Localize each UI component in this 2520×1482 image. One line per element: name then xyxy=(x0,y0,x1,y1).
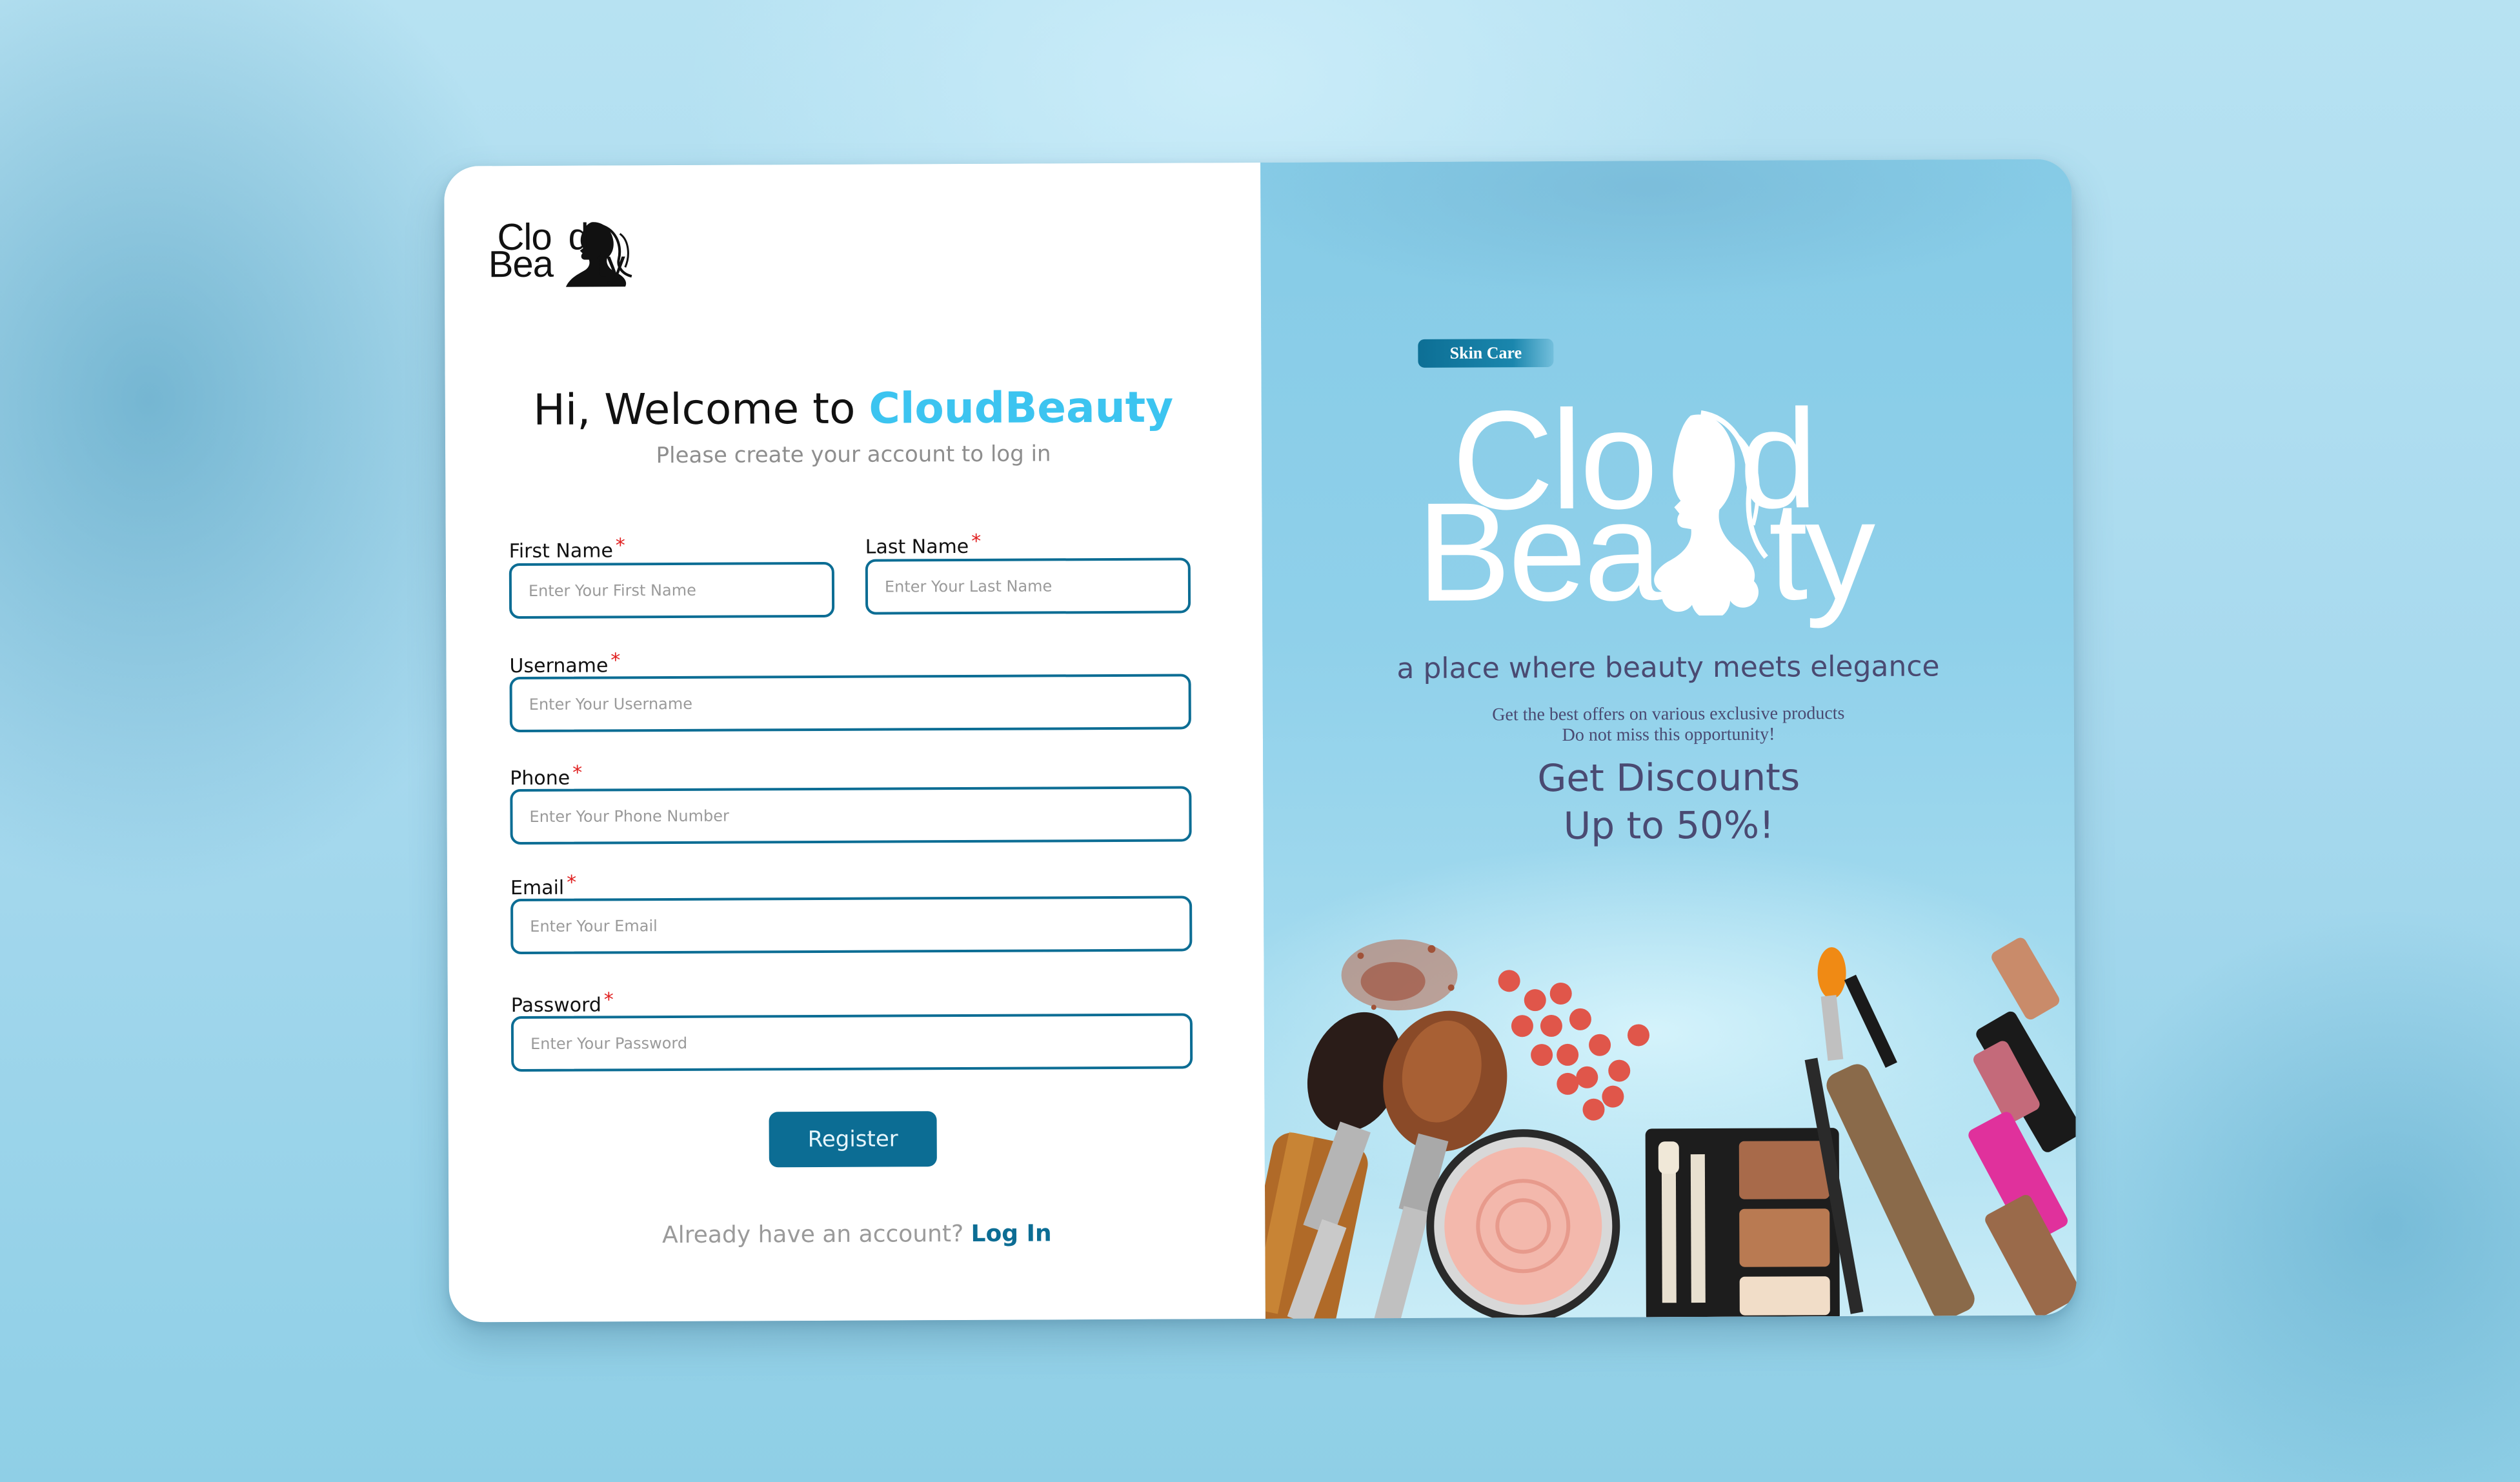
required-mark: * xyxy=(572,761,583,785)
first-name-label-text: First Name xyxy=(509,539,613,563)
first-name-label: First Name * xyxy=(509,534,625,563)
logo-large-word-2-end: ty xyxy=(1768,472,1873,630)
username-label: Username * xyxy=(509,649,620,677)
welcome-heading: Hi, Welcome to CloudBeauty xyxy=(445,382,1262,436)
password-input[interactable] xyxy=(510,1013,1193,1072)
logo-word-2: Bea xyxy=(488,243,554,286)
email-label-text: Email xyxy=(510,876,565,900)
phone-input[interactable] xyxy=(510,786,1192,845)
eyeshadow-palette-icon xyxy=(1645,1128,1840,1319)
registration-panel: Clo Bea d ty Hi, Welcome to CloudBeauty … xyxy=(444,162,1265,1323)
brand-logo-small: Clo Bea d ty xyxy=(488,214,650,292)
login-prompt-text: Already have an account? xyxy=(661,1220,971,1249)
offer-line-2: Do not miss this opportunity! xyxy=(1562,724,1775,745)
lipstick-icon xyxy=(1968,937,2077,1317)
last-name-label-text: Last Name xyxy=(865,535,969,559)
required-mark: * xyxy=(971,530,982,553)
required-mark: * xyxy=(610,649,621,672)
required-mark: * xyxy=(615,534,625,557)
email-label: Email * xyxy=(510,872,576,899)
login-link[interactable]: Log In xyxy=(971,1220,1051,1247)
welcome-subtitle: Please create your account to log in xyxy=(656,441,1051,469)
skin-care-tag: Skin Care xyxy=(1418,339,1554,368)
discount-line-2: Up to 50%! xyxy=(1563,803,1775,848)
password-label: Password * xyxy=(511,988,614,1017)
promo-panel: Skin Care Clo Bea d ty a place where bea… xyxy=(1260,159,2077,1319)
brand-logo-large: Clo Bea d ty xyxy=(1416,381,1947,631)
discount-line-1: Get Discounts xyxy=(1537,755,1800,801)
username-label-text: Username xyxy=(509,654,609,678)
logo-large-word-2: Bea xyxy=(1416,473,1660,631)
logo-word-1-end: d xyxy=(568,215,589,258)
last-name-input[interactable] xyxy=(865,557,1191,615)
signup-card: Clo Bea d ty Hi, Welcome to CloudBeauty … xyxy=(444,159,2077,1323)
email-input[interactable] xyxy=(510,896,1193,955)
login-prompt: Already have an account? Log In xyxy=(449,1219,1265,1250)
promo-tagline: a place where beauty meets elegance xyxy=(1396,650,1940,686)
blush-pearls-icon xyxy=(1498,970,1649,1121)
required-mark: * xyxy=(603,988,614,1012)
compact-blush-icon xyxy=(1426,1129,1620,1319)
register-button[interactable]: Register xyxy=(769,1111,937,1168)
loose-powder-icon xyxy=(1341,939,1458,1011)
phone-label: Phone * xyxy=(510,762,582,790)
welcome-brand: CloudBeauty xyxy=(869,382,1174,434)
username-input[interactable] xyxy=(509,674,1191,733)
phone-label-text: Phone xyxy=(510,766,570,790)
password-label-text: Password xyxy=(510,994,601,1017)
last-name-label: Last Name * xyxy=(865,530,982,559)
required-mark: * xyxy=(567,871,577,894)
welcome-greeting: Hi, Welcome to xyxy=(533,383,869,435)
makeup-products-illustration xyxy=(1264,937,2077,1319)
logo-word-2-end: ty xyxy=(596,243,625,285)
first-name-input[interactable] xyxy=(509,561,835,619)
